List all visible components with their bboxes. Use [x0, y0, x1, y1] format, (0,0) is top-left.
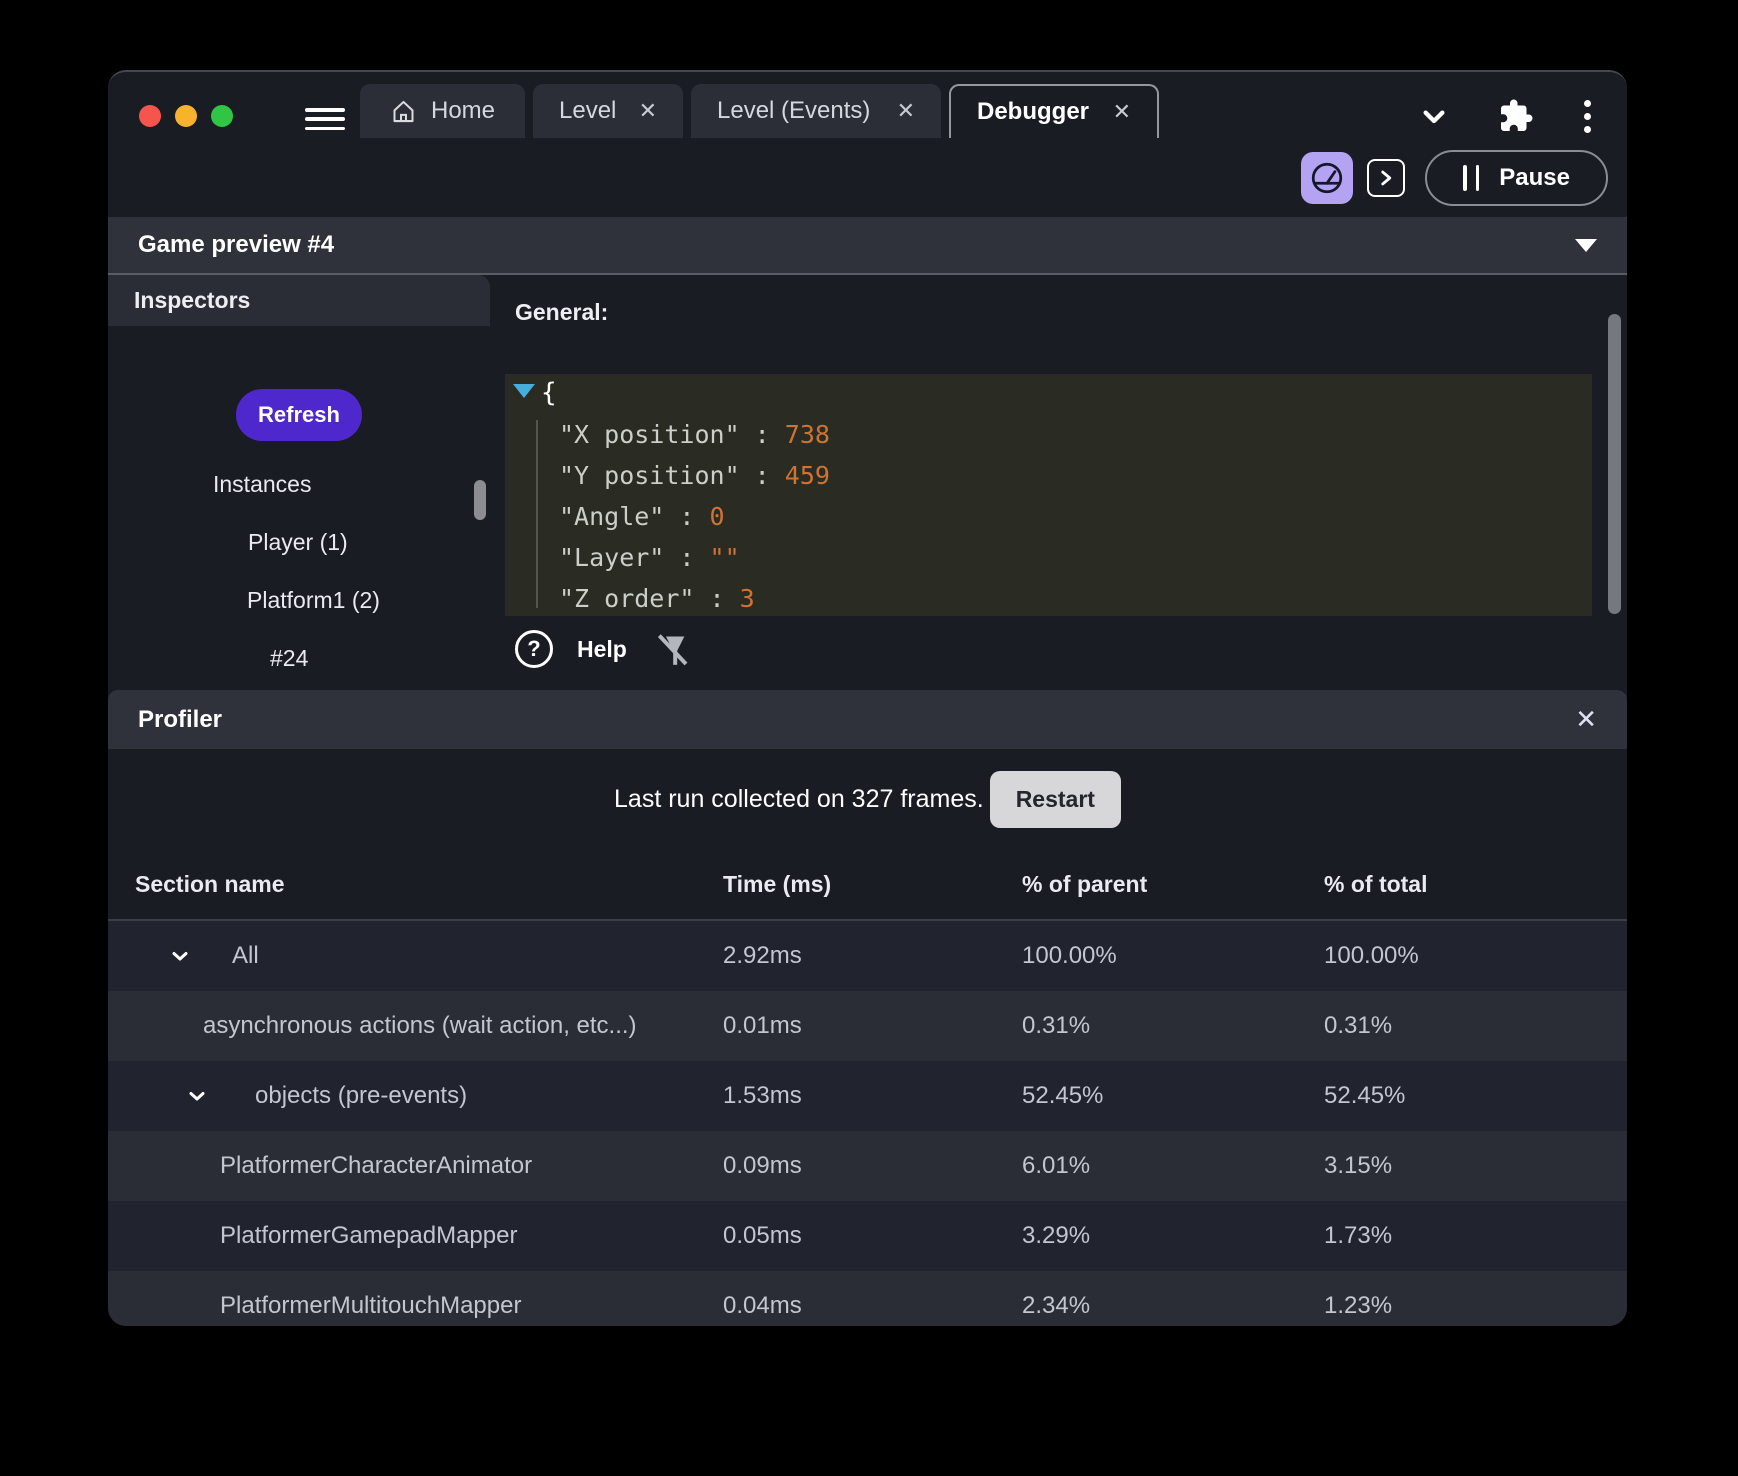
profiler-header: Profiler ✕	[108, 690, 1627, 749]
json-open-brace: {	[541, 378, 557, 408]
close-icon[interactable]: ✕	[1575, 704, 1597, 735]
tree-item-instance-24[interactable]: #24	[108, 629, 490, 687]
tab-list: Home Level ✕ Level (Events) ✕ Debugger ✕	[360, 84, 1167, 138]
tab-label: Level	[559, 97, 617, 124]
pin-off-icon[interactable]	[651, 629, 691, 669]
help-button[interactable]: Help	[577, 636, 627, 663]
collapse-triangle-icon[interactable]	[513, 384, 535, 398]
traffic-light-minimize-button[interactable]	[175, 105, 197, 127]
tree-item-instances[interactable]: Instances	[108, 455, 490, 513]
game-preview-header[interactable]: Game preview #4	[108, 217, 1627, 275]
profiler-status-row: Last run collected on 327 frames. Restar…	[108, 749, 1627, 849]
inspectors-panel: Inspectors Refresh Instances Player (1) …	[108, 275, 490, 687]
desktop-background: Home Level ✕ Level (Events) ✕ Debugger ✕	[0, 0, 1738, 1476]
profiler-title: Profiler	[138, 705, 223, 733]
json-line: "X position" : 738	[559, 420, 830, 449]
chevron-right-icon	[1381, 170, 1392, 185]
close-icon[interactable]: ✕	[897, 98, 915, 124]
debugger-content: Inspectors Refresh Instances Player (1) …	[108, 275, 1627, 687]
tab-label: Home	[430, 97, 496, 124]
pause-icon	[1463, 164, 1480, 191]
console-button[interactable]	[1367, 158, 1406, 197]
tab-level-events[interactable]: Level (Events) ✕	[691, 84, 941, 138]
caret-down-icon[interactable]	[1575, 238, 1597, 252]
tab-debugger[interactable]: Debugger ✕	[949, 84, 1159, 138]
more-options-button[interactable]	[1584, 99, 1591, 133]
help-row: ? Help	[515, 623, 691, 675]
home-icon	[393, 100, 414, 122]
inspectors-list: Refresh Instances Player (1) Platform1 (…	[108, 326, 490, 687]
traffic-light-close-button[interactable]	[139, 105, 161, 127]
inspectors-scrollbar[interactable]	[474, 480, 486, 520]
tab-level[interactable]: Level ✕	[533, 84, 683, 138]
general-title: General:	[515, 299, 609, 325]
column-time: Time (ms)	[723, 870, 832, 897]
chevron-down-icon	[1423, 110, 1445, 124]
table-row: All 2.92ms 100.00% 100.00%	[108, 921, 1627, 991]
window-controls	[139, 105, 233, 127]
table-row: objects (pre-events) 1.53ms 52.45% 52.45…	[108, 1061, 1627, 1131]
json-line: "Y position" : 459	[559, 461, 830, 490]
restart-button[interactable]: Restart	[989, 770, 1121, 828]
menu-icon[interactable]	[305, 108, 345, 130]
json-viewer: { "X position" : 738 "Y position" : 459 …	[505, 374, 1592, 616]
gauge-icon	[1312, 162, 1343, 193]
json-line: "Z order" : 3	[559, 584, 755, 613]
table-row: asynchronous actions (wait action, etc..…	[108, 991, 1627, 1061]
pause-button[interactable]: Pause	[1425, 149, 1608, 206]
kebab-icon	[1584, 99, 1591, 107]
chevron-down-icon[interactable]	[168, 944, 192, 968]
inspectors-title: Inspectors	[134, 287, 251, 313]
tree-item-player[interactable]: Player (1)	[108, 513, 490, 571]
tab-label: Level (Events)	[717, 97, 871, 124]
titlebar-actions	[1414, 96, 1627, 136]
tab-home[interactable]: Home	[360, 84, 525, 138]
chevron-down-icon[interactable]	[185, 1084, 209, 1108]
app-window: Home Level ✕ Level (Events) ✕ Debugger ✕	[108, 70, 1627, 1326]
table-header: Section name Time (ms) % of parent % of …	[108, 849, 1627, 921]
chevron-down-button[interactable]	[1414, 96, 1454, 136]
tree-item-platform1[interactable]: Platform1 (2)	[108, 571, 490, 629]
json-lines: "X position" : 738 "Y position" : 459 "A…	[559, 414, 830, 619]
pause-label: Pause	[1499, 163, 1570, 191]
json-line: "Angle" : 0	[559, 502, 725, 531]
profiler-status-text: Last run collected on 327 frames.	[614, 784, 984, 813]
column-percent-parent: % of parent	[1022, 870, 1148, 897]
inspectors-header: Inspectors	[108, 275, 490, 326]
table-row: PlatformerGamepadMapper 0.05ms 3.29% 1.7…	[108, 1201, 1627, 1271]
tab-bar: Home Level ✕ Level (Events) ✕ Debugger ✕	[108, 72, 1627, 138]
main-scrollbar[interactable]	[1608, 314, 1621, 614]
debugger-toolbar: Pause	[108, 138, 1627, 217]
help-icon: ?	[515, 630, 553, 668]
table-row: PlatformerMultitouchMapper 0.04ms 2.34% …	[108, 1271, 1627, 1326]
game-preview-title: Game preview #4	[138, 231, 335, 258]
extensions-button[interactable]	[1498, 98, 1534, 134]
general-panel: General: { "X position" : 738 "Y positio…	[490, 275, 1627, 687]
close-icon[interactable]: ✕	[1113, 99, 1131, 125]
traffic-light-zoom-button[interactable]	[211, 105, 233, 127]
refresh-button[interactable]: Refresh	[236, 389, 362, 441]
tab-label: Debugger	[977, 98, 1090, 125]
indent-guide	[536, 420, 538, 608]
json-line: "Layer" : ""	[559, 543, 740, 572]
close-icon[interactable]: ✕	[639, 98, 657, 124]
puzzle-icon	[1501, 99, 1533, 131]
column-section-name: Section name	[135, 870, 285, 897]
column-percent-total: % of total	[1324, 870, 1428, 897]
profiler-toggle-button[interactable]	[1301, 151, 1354, 204]
table-row: PlatformerCharacterAnimator 0.09ms 6.01%…	[108, 1131, 1627, 1201]
